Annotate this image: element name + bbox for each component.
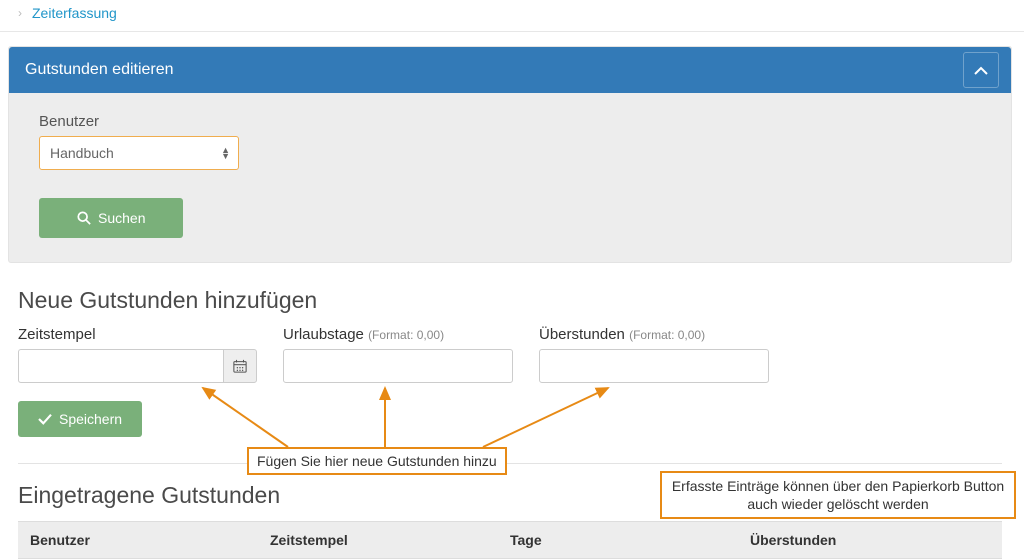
timestamp-label: Zeitstempel — [18, 326, 257, 343]
col-timestamp: Zeitstempel — [270, 532, 510, 548]
chevron-right-icon: › — [18, 6, 22, 20]
check-icon — [38, 413, 52, 425]
user-select-value: Handbuch — [50, 145, 114, 161]
chevron-up-icon — [974, 66, 988, 75]
breadcrumb: › Zeiterfassung — [0, 0, 1024, 32]
timestamp-input[interactable] — [18, 349, 223, 383]
select-arrows-icon: ▲▼ — [221, 147, 230, 159]
user-select[interactable]: Handbuch ▲▼ — [39, 136, 239, 170]
save-button-label: Speichern — [59, 411, 122, 427]
table-header-row: Benutzer Zeitstempel Tage Überstunden — [18, 521, 1002, 559]
vacation-label: Urlaubstage (Format: 0,00) — [283, 326, 513, 343]
panel-header: Gutstunden editieren — [9, 47, 1011, 93]
col-overtime: Überstunden — [750, 532, 990, 548]
breadcrumb-link[interactable]: Zeiterfassung — [32, 5, 117, 21]
add-form-row: Zeitstempel Urlaubstage (F — [8, 326, 1012, 383]
calendar-icon — [233, 359, 247, 373]
divider — [18, 463, 1002, 464]
overtime-input[interactable] — [539, 349, 769, 383]
vacation-input[interactable] — [283, 349, 513, 383]
save-button[interactable]: Speichern — [18, 401, 142, 437]
filter-panel: Gutstunden editieren Benutzer Handbuch ▲… — [8, 46, 1012, 263]
search-button-label: Suchen — [98, 210, 145, 226]
search-icon — [77, 211, 91, 225]
search-button[interactable]: Suchen — [39, 198, 183, 238]
annotation-delete-hint: Erfasste Einträge können über den Papier… — [660, 471, 1016, 519]
panel-title: Gutstunden editieren — [25, 61, 174, 79]
collapse-button[interactable] — [963, 52, 999, 88]
add-section-title: Neue Gutstunden hinzufügen — [18, 287, 1012, 314]
col-user: Benutzer — [30, 532, 270, 548]
overtime-label: Überstunden (Format: 0,00) — [539, 326, 769, 343]
annotation-add-hint: Fügen Sie hier neue Gutstunden hinzu — [247, 447, 507, 475]
user-label: Benutzer — [39, 113, 981, 130]
datepicker-button[interactable] — [223, 349, 257, 383]
col-days: Tage — [510, 532, 750, 548]
